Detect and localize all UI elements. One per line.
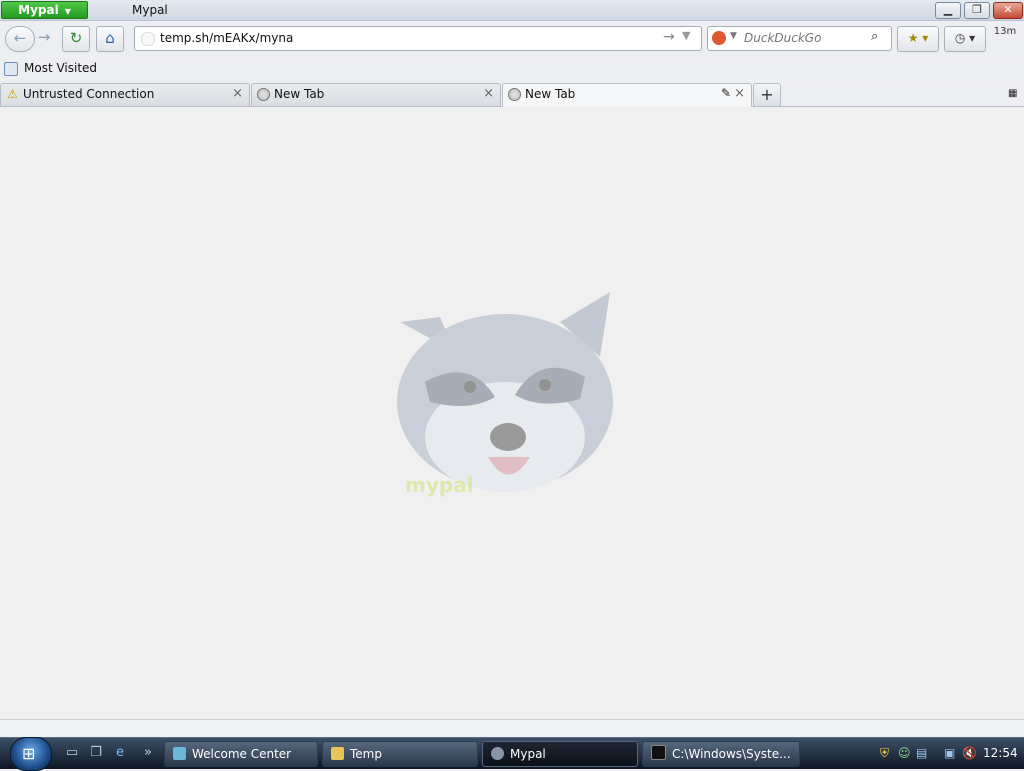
windows-logo-icon: ⊞ bbox=[22, 744, 36, 763]
clock-icon: ◷ bbox=[954, 31, 966, 45]
logo-wordmark: mypal bbox=[405, 473, 474, 497]
globe-icon bbox=[257, 88, 270, 101]
history-button[interactable]: ◷ ▾ bbox=[944, 26, 986, 52]
warning-icon: ⚠ bbox=[7, 87, 18, 101]
engine-dropdown-icon[interactable]: ▼ bbox=[730, 31, 737, 41]
search-bar[interactable]: ▼ ⌕ bbox=[707, 26, 892, 51]
title-bar: Mypal ▼ Mypal ▁ ❐ ✕ bbox=[0, 0, 1024, 21]
tab-label: New Tab bbox=[525, 87, 576, 101]
search-input[interactable] bbox=[744, 30, 864, 46]
windows-taskbar: ⊞ ▭ ❐ e » Welcome Center Temp Mypal C:\W… bbox=[0, 737, 1024, 771]
chevron-down-icon: ▼ bbox=[64, 7, 71, 16]
show-desktop-icon[interactable]: ▭ bbox=[64, 745, 80, 761]
search-icon[interactable]: ⌕ bbox=[871, 29, 878, 44]
forward-button[interactable]: → bbox=[34, 26, 54, 50]
navigation-toolbar: ← → ↻ ⌂ → ▼ ▼ ⌕ ★ ▾ ◷ ▾ 13m bbox=[0, 21, 1024, 57]
tab-strip: ⚠ Untrusted Connection × New Tab × New T… bbox=[0, 81, 1024, 107]
tab-close-button[interactable]: × bbox=[232, 86, 243, 101]
star-icon: ★ bbox=[907, 31, 919, 45]
mypal-icon bbox=[491, 747, 504, 760]
bookmarks-button[interactable]: ★ ▾ bbox=[897, 26, 939, 52]
sidebar-icon[interactable]: ▤ bbox=[916, 746, 927, 760]
start-button[interactable]: ⊞ bbox=[10, 737, 52, 771]
tab-close-button[interactable]: × bbox=[734, 86, 745, 101]
users-icon[interactable]: ☺ bbox=[898, 746, 911, 760]
system-tray: ⛨ ☺ ▤ ▣ 🔇 12:54 bbox=[874, 741, 1024, 766]
back-arrow-icon: ← bbox=[13, 29, 27, 47]
tab-close-button[interactable]: × bbox=[483, 86, 494, 101]
status-bar bbox=[0, 719, 1024, 738]
home-icon: ⌂ bbox=[105, 29, 115, 47]
task-label: Mypal bbox=[510, 747, 546, 761]
history-timer-button[interactable]: 13m bbox=[991, 26, 1019, 50]
tab-untrusted-connection[interactable]: ⚠ Untrusted Connection × bbox=[0, 83, 250, 106]
page-content: mypal bbox=[0, 107, 1024, 719]
app-menu-label: Mypal bbox=[18, 3, 59, 17]
security-shield-icon[interactable]: ⛨ bbox=[880, 746, 889, 761]
close-window-button[interactable]: ✕ bbox=[993, 2, 1023, 19]
minimize-icon: ▁ bbox=[943, 3, 953, 16]
bookmarks-toolbar: Most Visited bbox=[0, 58, 1024, 80]
url-bar[interactable]: → ▼ bbox=[134, 26, 702, 51]
plus-icon: + bbox=[760, 85, 774, 104]
network-icon[interactable]: ▣ bbox=[944, 746, 955, 760]
history-timer-label: 13m bbox=[993, 26, 1017, 37]
dropdown-icon: ▾ bbox=[922, 31, 929, 45]
reload-button[interactable]: ↻ bbox=[62, 26, 90, 52]
tab-label: New Tab bbox=[274, 87, 325, 101]
tab-new-tab[interactable]: New Tab × bbox=[251, 83, 501, 106]
back-button[interactable]: ← bbox=[5, 26, 35, 52]
bookmark-folder-icon bbox=[4, 61, 18, 76]
task-mypal[interactable]: Mypal bbox=[482, 741, 638, 767]
bookmark-label: Most Visited bbox=[24, 61, 98, 75]
task-temp[interactable]: Temp bbox=[322, 741, 478, 767]
list-all-tabs-icon[interactable]: ▦ bbox=[1008, 88, 1017, 99]
duckduckgo-icon[interactable] bbox=[712, 31, 726, 45]
clock[interactable]: 12:54 bbox=[983, 746, 1018, 760]
task-label: Temp bbox=[350, 747, 382, 761]
dropdown-icon: ▾ bbox=[969, 31, 976, 45]
task-command-prompt[interactable]: C:\Windows\Syste... bbox=[642, 741, 800, 767]
quicklaunch-overflow-icon[interactable]: » bbox=[140, 745, 156, 761]
site-identity-icon[interactable] bbox=[141, 32, 155, 46]
restore-button[interactable]: ❐ bbox=[964, 2, 990, 19]
tab-new-tab-active[interactable]: New Tab ✎ × bbox=[502, 83, 752, 107]
folder-icon bbox=[331, 747, 344, 760]
volume-muted-icon[interactable]: 🔇 bbox=[962, 746, 977, 760]
task-welcome-center[interactable]: Welcome Center bbox=[164, 741, 318, 767]
restore-icon: ❐ bbox=[972, 3, 982, 16]
task-label: Welcome Center bbox=[192, 747, 292, 761]
app-menu-button[interactable]: Mypal ▼ bbox=[1, 1, 88, 19]
tab-label: Untrusted Connection bbox=[23, 87, 155, 101]
new-tab-button[interactable]: + bbox=[753, 83, 781, 107]
url-input[interactable] bbox=[160, 30, 640, 46]
go-arrow-icon[interactable]: → bbox=[663, 29, 675, 45]
globe-icon bbox=[508, 88, 521, 101]
task-label: C:\Windows\Syste... bbox=[672, 747, 791, 761]
mute-icon[interactable]: ✎ bbox=[721, 86, 731, 100]
internet-explorer-icon[interactable]: e bbox=[112, 745, 128, 761]
welcome-center-icon bbox=[173, 747, 186, 760]
switch-windows-icon[interactable]: ❐ bbox=[88, 745, 104, 761]
window-title: Mypal bbox=[132, 3, 168, 17]
bookmark-most-visited[interactable]: Most Visited bbox=[4, 61, 97, 76]
close-icon: ✕ bbox=[1003, 3, 1013, 16]
minimize-button[interactable]: ▁ bbox=[935, 2, 961, 19]
url-dropdown-icon[interactable]: ▼ bbox=[682, 29, 690, 42]
reload-icon: ↻ bbox=[69, 29, 83, 47]
home-button[interactable]: ⌂ bbox=[96, 26, 124, 52]
forward-arrow-icon: → bbox=[37, 28, 51, 46]
console-icon bbox=[651, 745, 666, 760]
mypal-raccoon-logo: mypal bbox=[397, 292, 613, 497]
